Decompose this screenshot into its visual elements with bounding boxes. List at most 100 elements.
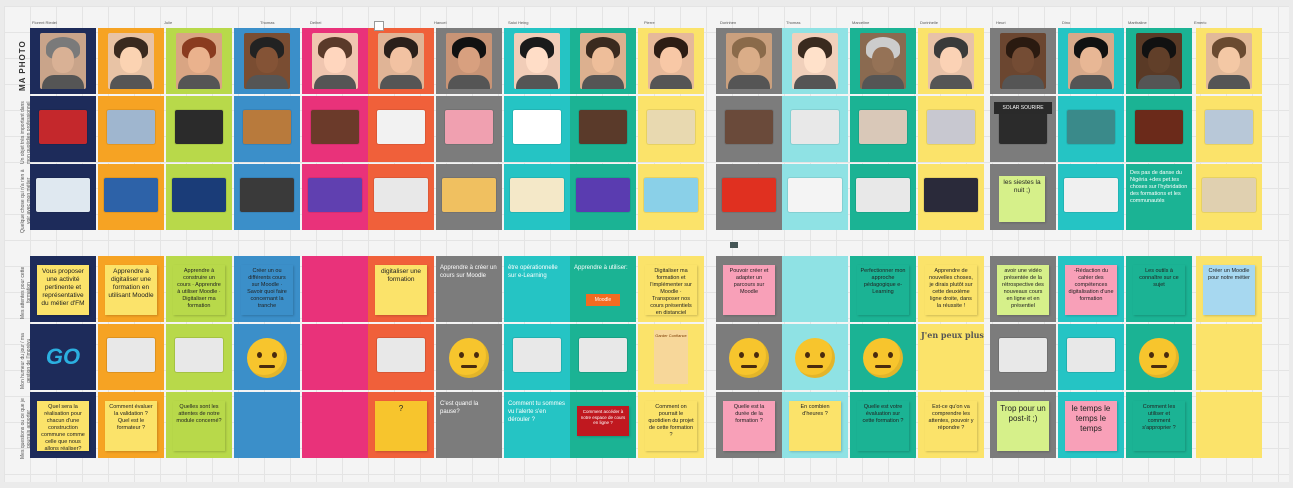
column-bottom-1: Apprendre à digitaliser une formation en…: [98, 256, 164, 460]
emoji-face[interactable]: [1139, 338, 1179, 378]
question-sticky[interactable]: le temps le temps le temps: [1065, 401, 1117, 451]
other-image[interactable]: [442, 178, 496, 212]
object-image[interactable]: [243, 110, 291, 144]
emoji-face[interactable]: [729, 338, 769, 378]
expectation-sticky[interactable]: -Rédaction du cahier des compétences dig…: [1065, 265, 1117, 315]
object-image[interactable]: [927, 110, 975, 144]
expectation-sticky[interactable]: avoir une vidéo présentée de la rétrospe…: [997, 265, 1049, 315]
avatar-body: [794, 75, 836, 89]
other-image[interactable]: [308, 178, 362, 212]
avatar[interactable]: [176, 33, 222, 89]
object-image[interactable]: [1067, 110, 1115, 144]
question-card[interactable]: Comment accéder à notre espace de cours …: [577, 406, 629, 436]
question-sticky[interactable]: Comment on pourrait le quotidien du proj…: [645, 401, 697, 451]
other-image[interactable]: [856, 178, 910, 212]
avatar[interactable]: [580, 33, 626, 89]
avatar[interactable]: [792, 33, 838, 89]
object-image[interactable]: [579, 110, 627, 144]
other-image[interactable]: [1064, 178, 1118, 212]
object-image[interactable]: [791, 110, 839, 144]
object-image[interactable]: [647, 110, 695, 144]
question-sticky[interactable]: ?: [375, 401, 427, 451]
avatar[interactable]: [108, 33, 154, 89]
book-cover[interactable]: Garder Confiance: [654, 330, 688, 384]
expectation-sticky[interactable]: digitaliser une formation: [375, 265, 427, 315]
question-sticky[interactable]: Est-ce qu'on va comprendre les attentes,…: [925, 401, 977, 451]
other-image[interactable]: [172, 178, 226, 212]
mood-image[interactable]: [1067, 338, 1115, 372]
other-image[interactable]: [1202, 178, 1256, 212]
sticky-siestes[interactable]: les siestes la nuit ;): [999, 176, 1045, 222]
question-sticky[interactable]: Quelle est votre évaluation sur cette fo…: [857, 401, 909, 451]
object-image[interactable]: [445, 110, 493, 144]
object-image[interactable]: [377, 110, 425, 144]
question-sticky[interactable]: Quelles sont les attentes de notre modul…: [173, 401, 225, 451]
expectation-sticky[interactable]: Perfectionner mon approche pédagogique e…: [857, 265, 909, 315]
other-image[interactable]: [240, 178, 294, 212]
emoji-face[interactable]: [863, 338, 903, 378]
expectation-sticky[interactable]: Pouvoir créer et adapter un parcours sur…: [723, 265, 775, 315]
other-image[interactable]: [510, 178, 564, 212]
mood-image[interactable]: [579, 338, 627, 372]
avatar[interactable]: [40, 33, 86, 89]
expectation-sticky[interactable]: Vous proposer une activité pertinente et…: [37, 265, 89, 315]
emoji-face[interactable]: [795, 338, 835, 378]
avatar[interactable]: [378, 33, 424, 89]
expectation-sticky[interactable]: Apprendre à digitaliser une formation en…: [105, 265, 157, 315]
expectation-sticky[interactable]: Apprendre de nouvelles choses, je dirais…: [925, 265, 977, 315]
object-image[interactable]: [1205, 110, 1253, 144]
other-image[interactable]: [36, 178, 90, 212]
avatar[interactable]: [1206, 33, 1252, 89]
avatar[interactable]: [244, 33, 290, 89]
object-image[interactable]: [725, 110, 773, 144]
question-sticky[interactable]: Trop pour un post-it ;): [997, 401, 1049, 451]
avatar[interactable]: [446, 33, 492, 89]
avatar[interactable]: [1136, 33, 1182, 89]
object-image[interactable]: [175, 110, 223, 144]
question-sticky[interactable]: En combien d'heures ?: [789, 401, 841, 451]
expectation-sticky[interactable]: Apprendre à construire un cours · Appren…: [173, 265, 225, 315]
question-sticky[interactable]: Quelle est la durée de la formation ?: [723, 401, 775, 451]
expectation-sticky[interactable]: Créer un Moodle pour notre métier: [1203, 265, 1255, 315]
whiteboard-canvas[interactable]: Florent Riedel Julie Thomas Delhei Hance…: [4, 6, 1289, 482]
question-sticky[interactable]: Quel sera la réalisation pour chacun d'u…: [37, 401, 89, 451]
object-image[interactable]: [999, 110, 1047, 144]
avatar[interactable]: [860, 33, 906, 89]
other-image[interactable]: [722, 178, 776, 212]
mood-image[interactable]: [377, 338, 425, 372]
object-image[interactable]: [859, 110, 907, 144]
avatar[interactable]: [514, 33, 560, 89]
avatar[interactable]: [726, 33, 772, 89]
emoji-face[interactable]: [449, 338, 489, 378]
question-sticky[interactable]: Comment évaluer la validation ? Quel est…: [105, 401, 157, 451]
avatar[interactable]: [1000, 33, 1046, 89]
other-image[interactable]: [924, 178, 978, 212]
avatar[interactable]: [312, 33, 358, 89]
avatar[interactable]: [1068, 33, 1114, 89]
mood-image[interactable]: [513, 338, 561, 372]
minimap-icon[interactable]: [730, 242, 738, 248]
emoji-face[interactable]: [247, 338, 287, 378]
other-image[interactable]: [788, 178, 842, 212]
other-image[interactable]: [374, 178, 428, 212]
expectation-sticky[interactable]: Digitaliser ma formation et l'implémente…: [645, 265, 697, 315]
object-image[interactable]: [107, 110, 155, 144]
avatar[interactable]: [648, 33, 694, 89]
moodle-button[interactable]: Moodle: [586, 294, 620, 306]
mood-image[interactable]: [999, 338, 1047, 372]
expectation-sticky[interactable]: Créer un ou différents cours sur Moodle …: [241, 265, 293, 315]
mood-image[interactable]: [107, 338, 155, 372]
object-image[interactable]: [39, 110, 87, 144]
object-image[interactable]: [1135, 110, 1183, 144]
expectation-sticky[interactable]: Les outils à connaître sur ce sujet: [1133, 265, 1185, 315]
question-sticky[interactable]: Comment les utiliser et comment s'approp…: [1133, 401, 1185, 451]
mood-image[interactable]: [175, 338, 223, 372]
other-image[interactable]: [104, 178, 158, 212]
object-image[interactable]: [513, 110, 561, 144]
object-image[interactable]: [311, 110, 359, 144]
other-image[interactable]: [576, 178, 630, 212]
other-image[interactable]: [644, 178, 698, 212]
avatar[interactable]: [928, 33, 974, 89]
avatar-face: [660, 47, 682, 73]
emoji-eye-right: [888, 352, 893, 358]
